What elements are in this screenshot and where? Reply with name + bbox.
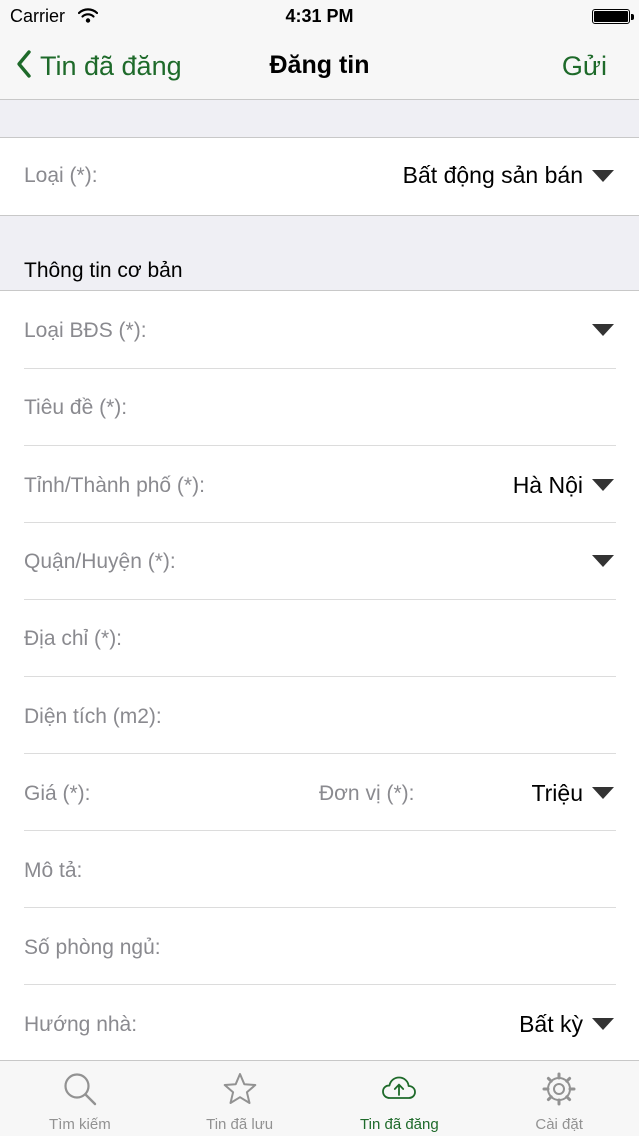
province-value: Hà Nội [512, 472, 583, 498]
dropdown-arrow-icon [592, 324, 614, 336]
price-row: Giá (*): Đơn vị (*): Triệu [0, 754, 639, 831]
description-label: Mô tả: [24, 859, 83, 882]
bedrooms-row[interactable]: Số phòng ngủ: [0, 908, 639, 985]
tab-settings[interactable]: Cài đặt [479, 1061, 639, 1136]
title-field-label: Tiêu đề (*): [24, 396, 128, 419]
unit-value[interactable]: Triệu [531, 780, 583, 807]
address-row[interactable]: Địa chỉ (*): [0, 600, 639, 677]
section-title: Thông tin cơ bản [24, 259, 183, 282]
direction-row[interactable]: Hướng nhà: Bất kỳ [0, 985, 639, 1060]
category-label: Loại (*): [24, 164, 98, 187]
property-type-row[interactable]: Loại BĐS (*): [0, 292, 639, 369]
send-button[interactable]: Gửi [562, 51, 607, 82]
province-label: Tỉnh/Thành phố (*): [24, 474, 205, 497]
dropdown-arrow-icon [592, 1018, 614, 1030]
category-value: Bất động sản bán [402, 162, 583, 188]
description-row[interactable]: Mô tả: [0, 831, 639, 908]
dropdown-arrow-icon [592, 170, 614, 182]
tab-label: Tin đã đăng [360, 1116, 439, 1133]
tab-label: Tìm kiếm [49, 1116, 111, 1133]
title-field-row[interactable]: Tiêu đề (*): [0, 369, 639, 446]
property-type-label: Loại BĐS (*): [24, 319, 147, 342]
district-row[interactable]: Quận/Huyện (*): [0, 523, 639, 600]
category-row[interactable]: Loại (*): Bất động sản bán [0, 139, 639, 215]
tab-label: Tin đã lưu [206, 1116, 274, 1133]
area-row[interactable]: Diện tích (m2): [0, 677, 639, 754]
status-bar: Carrier 4:31 PM [0, 0, 639, 34]
province-row[interactable]: Tỉnh/Thành phố (*): Hà Nội [0, 446, 639, 523]
navigation-bar: Tin đã đăng Đăng tin Gửi [0, 34, 639, 100]
battery-icon [592, 9, 634, 24]
tab-label: Cài đặt [535, 1116, 583, 1133]
search-icon [62, 1071, 98, 1112]
dropdown-arrow-icon[interactable] [592, 787, 614, 799]
direction-value: Bất kỳ [519, 1011, 583, 1037]
price-label[interactable]: Giá (*): [24, 782, 91, 806]
dropdown-arrow-icon [592, 555, 614, 567]
dropdown-arrow-icon [592, 479, 614, 491]
direction-label: Hướng nhà: [24, 1013, 138, 1036]
bedrooms-label: Số phòng ngủ: [24, 936, 161, 959]
status-time: 4:31 PM [285, 6, 354, 26]
cloud-upload-icon [381, 1071, 417, 1112]
section-header: Thông tin cơ bản [0, 215, 639, 291]
group-spacer [0, 100, 639, 138]
tab-saved[interactable]: Tin đã lưu [160, 1061, 320, 1136]
unit-label: Đơn vị (*): [319, 782, 415, 805]
page-title: Đăng tin [269, 51, 370, 79]
gear-icon [541, 1071, 577, 1112]
tab-search[interactable]: Tìm kiếm [0, 1061, 160, 1136]
star-icon [222, 1071, 258, 1112]
district-label: Quận/Huyện (*): [24, 550, 176, 573]
tab-bar: Tìm kiếm Tin đã lưu Tin đã đăng Cài đặt [0, 1060, 639, 1136]
address-label: Địa chỉ (*): [24, 627, 123, 650]
tab-posted[interactable]: Tin đã đăng [320, 1061, 480, 1136]
area-label: Diện tích (m2): [24, 705, 162, 728]
